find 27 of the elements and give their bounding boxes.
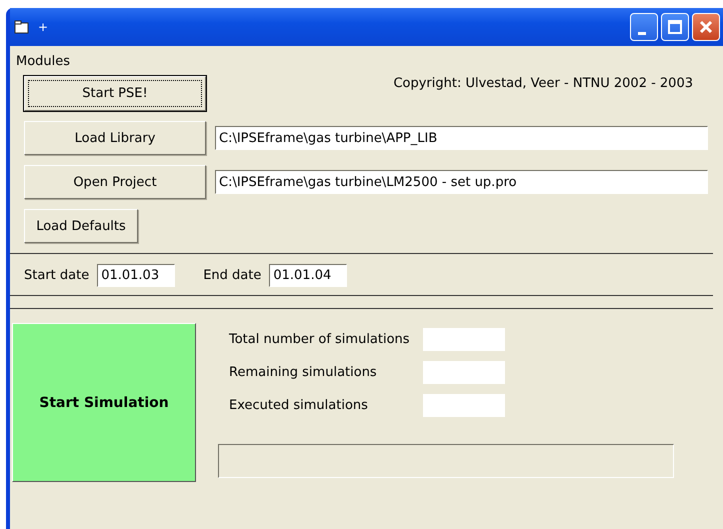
load-defaults-button[interactable]: Load Defaults [24, 209, 138, 243]
copyright-text: Copyright: Ulvestad, Veer - NTNU 2002 - 2003 [393, 76, 693, 91]
path-field[interactable]: C:\IPSEframe\gas turbine\APP_LIB [215, 126, 708, 150]
date-label: End date [203, 268, 262, 283]
start-simulation-button[interactable]: Start Simulation [12, 323, 196, 482]
counter-label: Executed simulations [229, 398, 369, 413]
counter-field[interactable] [423, 328, 505, 351]
minimize-icon [638, 32, 646, 34]
date-field[interactable]: 01.01.04 [269, 264, 348, 287]
minimize-button[interactable] [630, 13, 658, 41]
window-title: + [38, 20, 48, 34]
maximize-icon [668, 20, 682, 34]
date-label: Start date [24, 268, 90, 283]
maximize-button[interactable] [661, 13, 689, 41]
path-button[interactable]: Load Library [24, 121, 206, 155]
counter-label: Remaining simulations [229, 365, 378, 380]
menu-item[interactable]: Modules [14, 54, 72, 68]
path-button[interactable]: Open Project [24, 165, 206, 199]
close-icon [699, 20, 713, 34]
path-field[interactable]: C:\IPSEframe\gas turbine\LM2500 - set up.pro [215, 170, 708, 194]
folder-icon [14, 20, 30, 34]
date-field[interactable]: 01.01.03 [97, 264, 176, 287]
counter-field[interactable] [423, 361, 505, 384]
counter-label: Total number of simulations [229, 332, 411, 347]
close-button[interactable] [692, 13, 720, 41]
counter-field[interactable] [423, 394, 505, 417]
start-pse-button[interactable]: Start PSE! [24, 76, 206, 111]
